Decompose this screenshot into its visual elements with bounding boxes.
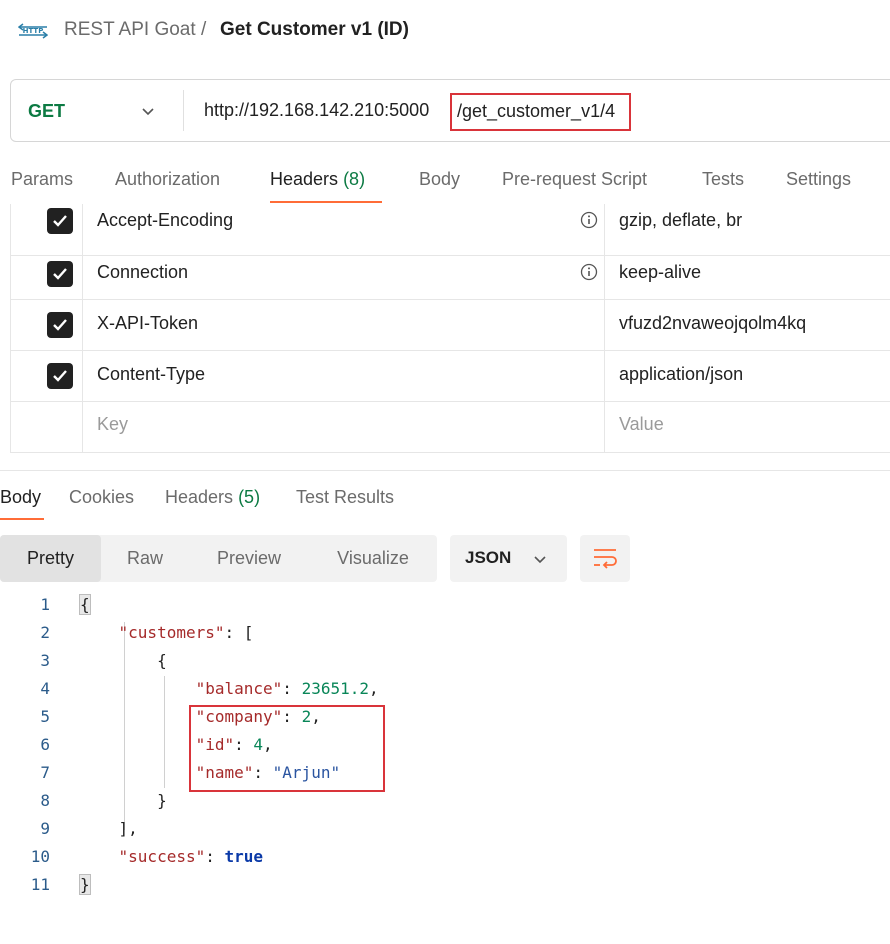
tab-settings[interactable]: Settings	[786, 169, 851, 190]
new-header-key-input[interactable]: Key	[97, 414, 128, 435]
code-line: {	[80, 651, 167, 670]
header-enabled-checkbox[interactable]	[47, 312, 73, 338]
breadcrumb-collection[interactable]: REST API Goat	[64, 19, 196, 41]
svg-text:HTTP: HTTP	[23, 27, 44, 35]
new-header-value-input[interactable]: Value	[619, 414, 664, 435]
response-tab-body[interactable]: Body	[0, 487, 41, 508]
code-line: }	[80, 791, 167, 810]
request-title[interactable]: Get Customer v1 (ID)	[220, 19, 409, 41]
view-visualize-button[interactable]: Visualize	[309, 535, 437, 582]
json-boolean: true	[224, 847, 264, 866]
tab-pre-request-script[interactable]: Pre-request Script	[502, 169, 647, 190]
code-line: }	[79, 874, 91, 895]
line-number: 9	[40, 819, 50, 838]
wrap-lines-icon	[594, 549, 617, 569]
line-number: 11	[30, 875, 50, 894]
method-select[interactable]: GET	[28, 101, 65, 122]
code-line: {	[79, 594, 91, 615]
response-highlight-box	[189, 705, 385, 792]
url-input-base[interactable]: http://192.168.142.210:5000	[204, 100, 429, 121]
header-enabled-checkbox[interactable]	[47, 261, 73, 287]
tab-params[interactable]: Params	[11, 169, 73, 190]
json-key: "balance"	[195, 679, 283, 698]
check-icon	[53, 370, 67, 382]
response-tab-test-results[interactable]: Test Results	[296, 487, 394, 508]
line-number: 7	[40, 763, 50, 782]
response-body-editor[interactable]: 1 2 3 4 5 6 7 8 9 10 11 { "customers": […	[0, 592, 890, 912]
view-pretty-button[interactable]: Pretty	[0, 535, 101, 582]
url-divider	[183, 90, 184, 131]
view-raw-button[interactable]: Raw	[101, 535, 189, 582]
matched-brace: }	[79, 874, 91, 895]
line-number: 8	[40, 791, 50, 810]
header-value[interactable]: keep-alive	[619, 262, 701, 283]
tab-body[interactable]: Body	[419, 169, 460, 190]
section-divider	[0, 470, 890, 471]
header-key[interactable]: X-API-Token	[97, 313, 198, 334]
code-line: "success": true	[118, 847, 264, 866]
tab-headers[interactable]: Headers (8)	[270, 169, 365, 190]
check-icon	[53, 319, 67, 331]
json-key: "success"	[118, 847, 206, 866]
chevron-down-icon	[534, 556, 546, 564]
line-number: 3	[40, 651, 50, 670]
url-input-path-highlight[interactable]: /get_customer_v1/4	[450, 93, 632, 131]
response-tab-cookies[interactable]: Cookies	[69, 487, 134, 508]
json-number: 23651.2	[301, 679, 369, 698]
code-line: ],	[80, 819, 138, 838]
code-line: "customers": [	[118, 623, 254, 642]
info-icon[interactable]	[580, 211, 598, 229]
json-key: "customers"	[118, 623, 225, 642]
matched-brace: {	[79, 594, 91, 615]
check-icon	[53, 268, 67, 280]
header-value[interactable]: gzip, deflate, br	[619, 210, 742, 231]
line-number: 2	[40, 623, 50, 642]
format-select[interactable]: JSON	[450, 535, 567, 582]
tab-authorization[interactable]: Authorization	[115, 169, 220, 190]
breadcrumb-separator: /	[201, 19, 207, 40]
table-row-empty: Key Value	[10, 401, 890, 453]
info-icon[interactable]	[580, 263, 598, 281]
line-number: 4	[40, 679, 50, 698]
http-icon: HTTP	[17, 20, 49, 42]
header-key[interactable]: Connection	[97, 262, 188, 283]
line-number: 5	[40, 707, 50, 726]
header-key[interactable]: Content-Type	[97, 364, 205, 385]
chevron-down-icon[interactable]	[140, 103, 156, 119]
wrap-lines-button[interactable]	[580, 535, 630, 582]
code-line: "balance": 23651.2,	[195, 679, 379, 698]
header-value[interactable]: application/json	[619, 364, 743, 385]
check-icon	[53, 215, 67, 227]
view-mode-group: Pretty Raw Preview Visualize	[0, 535, 437, 582]
tab-tests[interactable]: Tests	[702, 169, 744, 190]
header-enabled-checkbox[interactable]	[47, 363, 73, 389]
header-enabled-checkbox[interactable]	[47, 208, 73, 234]
header-value[interactable]: vfuzd2nvaweojqolm4kq	[619, 313, 806, 334]
view-preview-button[interactable]: Preview	[189, 535, 309, 582]
header-key[interactable]: Accept-Encoding	[97, 210, 233, 231]
headers-count: (8)	[343, 169, 366, 189]
active-tab-indicator	[270, 201, 382, 203]
line-number: 10	[30, 847, 50, 866]
table-row: Content-Type application/json	[10, 350, 890, 402]
active-response-tab-indicator	[0, 518, 44, 520]
table-row: X-API-Token vfuzd2nvaweojqolm4kq	[10, 299, 890, 351]
response-tab-headers[interactable]: Headers (5)	[165, 487, 260, 508]
line-number: 6	[40, 735, 50, 754]
format-label: JSON	[465, 548, 512, 567]
response-headers-count: (5)	[238, 487, 261, 507]
table-row: Connection keep-alive	[10, 248, 890, 300]
line-number: 1	[40, 595, 50, 614]
